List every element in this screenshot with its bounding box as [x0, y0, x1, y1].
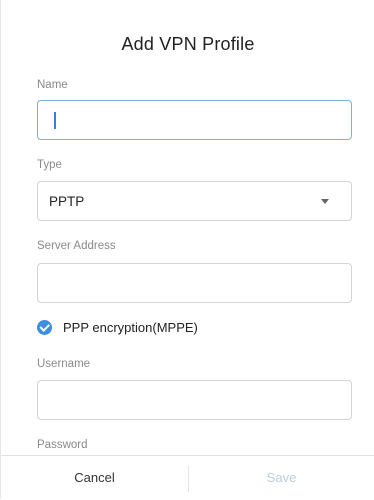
name-label: Name [37, 79, 68, 91]
type-label: Type [37, 159, 62, 171]
save-button[interactable]: Save [188, 456, 374, 500]
server-address-label: Server Address [37, 240, 116, 252]
type-selected-value: PPTP [49, 194, 85, 209]
name-input[interactable] [37, 100, 352, 140]
ppp-encryption-checkbox[interactable]: PPP encryption(MPPE) [37, 317, 198, 337]
text-cursor [54, 112, 56, 129]
ppp-encryption-label: PPP encryption(MPPE) [63, 319, 198, 335]
username-label: Username [37, 358, 91, 370]
dialog-footer: Cancel Save [1, 455, 374, 500]
add-vpn-profile-dialog: Add VPN Profile Name Type PPTP Server Ad… [0, 0, 374, 500]
username-input[interactable] [37, 380, 352, 420]
dialog-title: Add VPN Profile [121, 34, 255, 54]
server-address-input[interactable] [37, 263, 352, 303]
type-dropdown[interactable]: PPTP [37, 181, 352, 221]
caret-down-icon [321, 199, 329, 204]
password-label: Password [37, 439, 88, 451]
cancel-button[interactable]: Cancel [1, 456, 188, 500]
check-circle-icon[interactable] [37, 319, 52, 335]
